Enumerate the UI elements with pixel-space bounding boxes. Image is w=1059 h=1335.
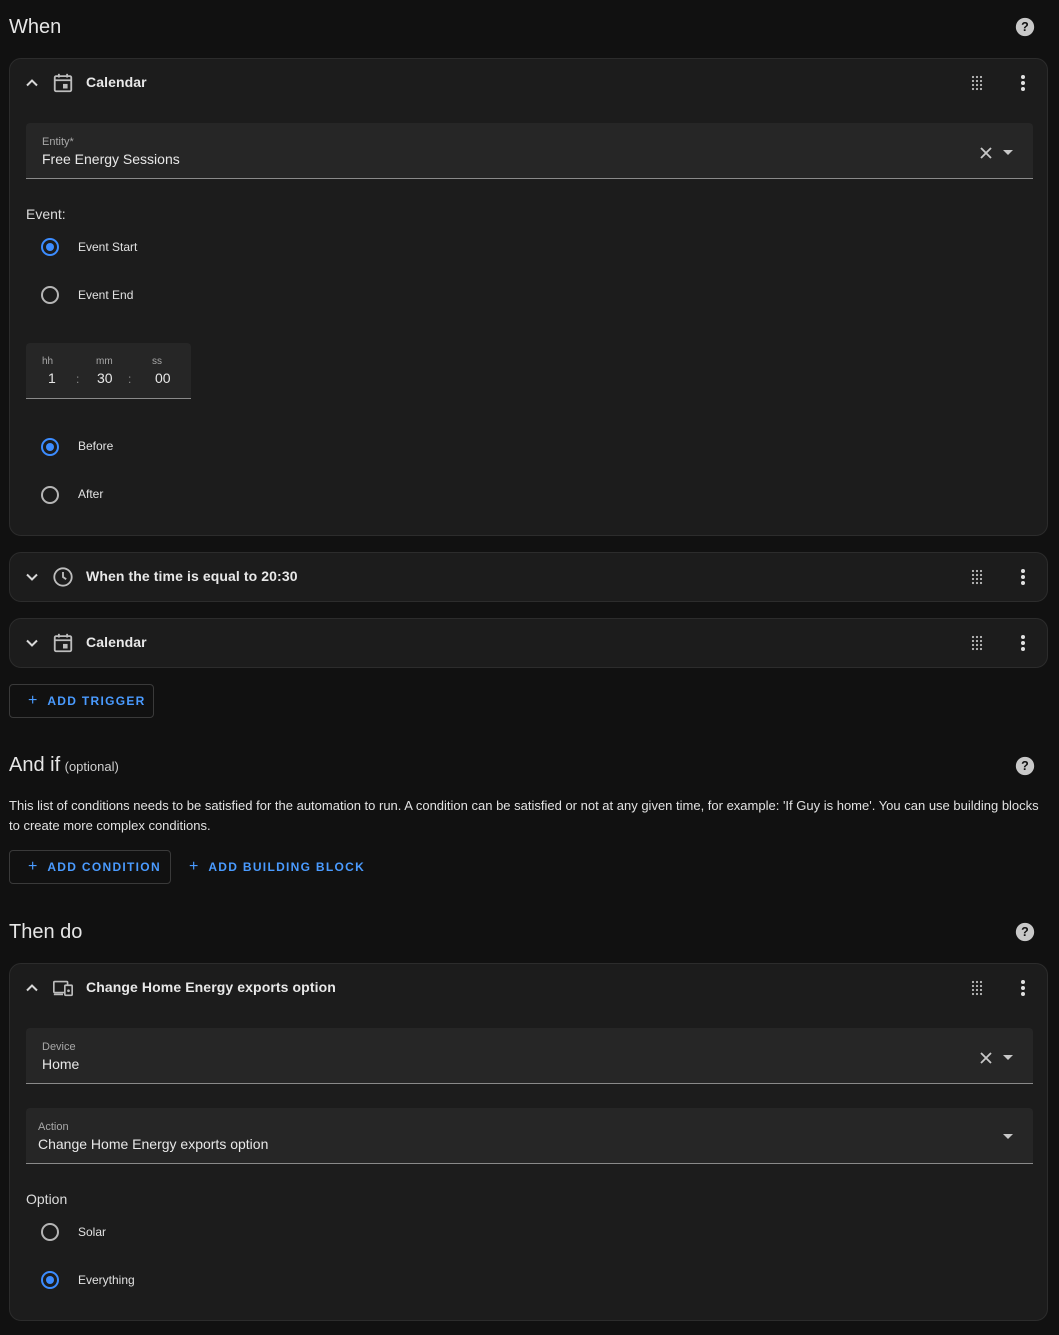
help-icon[interactable]: ? [1015,17,1035,37]
action-select-value: Change Home Energy exports option [38,1136,269,1152]
action-select[interactable]: Action Change Home Energy exports option [26,1108,1033,1164]
dropdown-arrow-icon[interactable] [1003,1134,1013,1139]
offset-duration-field[interactable]: hh mm ss 1 : 30 : 00 [26,343,191,399]
chevron-up-icon[interactable] [24,980,40,996]
help-icon[interactable]: ? [1015,922,1035,942]
entity-field[interactable]: Entity* Free Energy Sessions [26,123,1033,179]
chevron-up-icon[interactable] [24,75,40,91]
entity-field-label: Entity* [42,136,74,148]
trigger-card-calendar-expanded: Calendar Entity* Free Energy Sessions Ev… [9,58,1048,536]
trigger-card-header[interactable]: Calendar [10,59,1047,107]
option-group-label: Option [26,1191,68,1207]
drag-handle-icon[interactable] [969,635,985,651]
chevron-down-icon[interactable] [24,569,40,585]
calendar-icon [53,73,73,93]
help-icon[interactable]: ? [1015,756,1035,776]
radio-event-start-label: Event Start [78,240,138,254]
hours-label: hh [42,356,54,367]
device-field[interactable]: Device Home [26,1028,1033,1084]
radio-everything[interactable] [41,1271,59,1289]
clear-icon[interactable] [979,1051,993,1065]
plus-icon: + [28,858,38,875]
dropdown-arrow-icon[interactable] [1003,150,1013,155]
more-vert-icon[interactable] [1013,633,1033,653]
trigger-card-time[interactable]: When the time is equal to 20:30 [9,552,1048,602]
calendar-icon [53,633,73,653]
radio-before-label: Before [78,439,114,453]
action-card: Change Home Energy exports option Device… [9,963,1048,1321]
minutes-input[interactable]: 30 [97,370,113,386]
entity-field-value: Free Energy Sessions [42,151,180,167]
radio-solar[interactable] [41,1223,59,1241]
drag-handle-icon[interactable] [969,980,985,996]
clock-icon [53,567,73,587]
svg-text:?: ? [1021,759,1029,773]
seconds-label: ss [152,356,162,367]
radio-event-start[interactable] [41,238,59,256]
device-field-label: Device [42,1041,76,1053]
action-card-title: Change Home Energy exports option [86,979,336,995]
and-if-header: And if (optional) [9,754,119,777]
seconds-input[interactable]: 00 [155,370,171,386]
chevron-down-icon[interactable] [24,635,40,651]
time-separator: : [128,372,132,386]
radio-after-label: After [78,487,104,501]
clear-icon[interactable] [979,146,993,160]
radio-everything-label: Everything [78,1273,135,1287]
more-vert-icon[interactable] [1013,978,1033,998]
radio-solar-label: Solar [78,1225,107,1239]
trigger-card-title: Calendar [86,74,147,90]
svg-text:?: ? [1021,925,1029,939]
dropdown-arrow-icon[interactable] [1003,1055,1013,1060]
add-condition-label: ADD CONDITION [47,860,161,874]
add-condition-button[interactable]: + ADD CONDITION [9,850,171,884]
add-building-block-label: ADD BUILDING BLOCK [208,860,366,874]
then-do-title: Then do [9,921,83,943]
trigger-card-calendar-collapsed[interactable]: Calendar [9,618,1048,668]
add-trigger-label: ADD TRIGGER [47,694,146,708]
hours-input[interactable]: 1 [48,370,56,386]
devices-icon [53,980,73,997]
plus-icon: + [189,858,199,875]
more-vert-icon[interactable] [1013,73,1033,93]
action-select-label: Action [38,1121,69,1133]
radio-event-end[interactable] [41,286,59,304]
time-separator: : [76,372,80,386]
trigger-card-title: Calendar [86,634,147,650]
more-vert-icon[interactable] [1013,567,1033,587]
radio-event-end-label: Event End [78,288,134,302]
drag-handle-icon[interactable] [969,569,985,585]
when-section-title: When [9,16,62,38]
radio-after[interactable] [41,486,59,504]
and-if-title: And if [9,754,61,776]
add-trigger-button[interactable]: + ADD TRIGGER [9,684,154,718]
trigger-card-title: When the time is equal to 20:30 [86,568,298,584]
plus-icon: + [28,692,38,709]
drag-handle-icon[interactable] [969,75,985,91]
device-field-value: Home [42,1056,80,1072]
conditions-description: This list of conditions needs to be sati… [9,798,1039,833]
optional-label: (optional) [64,759,119,774]
svg-text:?: ? [1021,20,1029,34]
add-building-block-button[interactable]: + ADD BUILDING BLOCK [179,850,369,884]
radio-before[interactable] [41,438,59,456]
action-card-header[interactable]: Change Home Energy exports option [10,964,1047,1012]
event-group-label: Event: [26,206,66,222]
minutes-label: mm [96,356,113,367]
